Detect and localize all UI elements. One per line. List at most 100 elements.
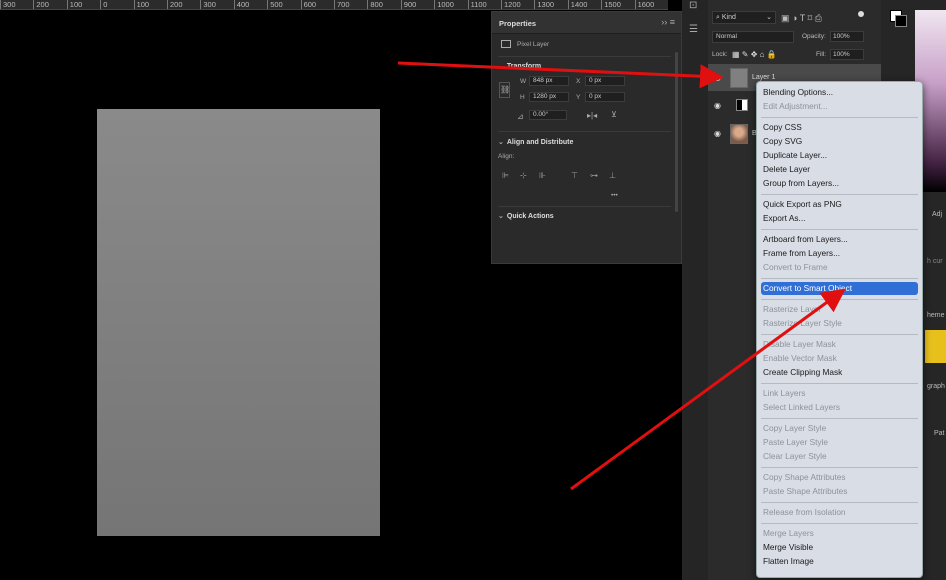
opacity-label: Opacity: [802, 33, 826, 40]
kind-filter-select[interactable]: ⌕ Kind ⌄ [712, 11, 776, 24]
lock-icons[interactable]: ▦ ✎ ✥ ⌂ 🔒 [732, 50, 777, 59]
ruler-tick-label: 100 [133, 0, 149, 9]
height-field[interactable]: 1280 px [529, 92, 569, 102]
quick-actions-title: Quick Actions [506, 213, 554, 220]
align-center-v-icon[interactable]: ⊶ [590, 172, 598, 180]
more-options-icon[interactable]: ••• [611, 192, 618, 199]
menu-item-export-as[interactable]: Export As... [761, 212, 918, 225]
eye-icon[interactable]: ◉ [714, 129, 721, 138]
menu-item-duplicate-layer[interactable]: Duplicate Layer... [761, 149, 918, 162]
menu-item-copy-layer-style: Copy Layer Style [763, 423, 827, 433]
align-right-icon[interactable]: ⊪ [539, 172, 547, 180]
blend-mode-value: Normal [716, 33, 737, 40]
menu-item-merge-layers: Merge Layers [763, 528, 814, 538]
menu-item-copy-shape-attributes: Copy Shape Attributes [763, 472, 846, 482]
adjustments-icon[interactable]: ☰ [689, 24, 698, 35]
menu-separator [761, 194, 918, 195]
filter-icons[interactable]: ▣ ◑ T ⌑ ⎙ [781, 13, 822, 24]
filter-toggle-icon[interactable] [858, 11, 864, 17]
quick-actions-header[interactable]: ⌄ Quick Actions [498, 212, 554, 220]
angle-field[interactable]: 0.00° [529, 110, 567, 120]
menu-item-edit-adjustment: Edit Adjustment... [763, 101, 828, 111]
align-title: Align and Distribute [506, 139, 574, 146]
ruler-tick-label: 1300 [534, 0, 554, 9]
panel-icon-strip: ⊡ ☰ [682, 0, 708, 580]
menu-item-disable-layer-mask: Disable Layer Mask [763, 339, 836, 349]
flip-vertical-icon[interactable]: ⊻ [611, 110, 617, 119]
background-color-swatch[interactable] [895, 15, 907, 27]
menu-separator [761, 418, 918, 419]
menu-separator [761, 278, 918, 279]
horizontal-ruler: 300 200 100 0 100 200 300 400 500 600 700 800 900 100… [0, 0, 668, 10]
angle-icon: ⊿ [517, 112, 524, 121]
scrollbar[interactable] [675, 52, 678, 212]
menu-separator [761, 229, 918, 230]
history-icon[interactable]: ⊡ [689, 0, 697, 11]
menu-item-convert-to-smart-object[interactable]: Convert to Smart Object [761, 282, 918, 295]
menu-item-artboard-from-layers[interactable]: Artboard from Layers... [761, 233, 918, 246]
pixel-layer-icon [501, 40, 511, 48]
search-icon: ⌕ [716, 14, 720, 21]
menu-item-create-clipping-mask[interactable]: Create Clipping Mask [761, 366, 918, 379]
eye-icon[interactable]: ◉ [714, 101, 721, 110]
ruler-tick-label: 0 [100, 0, 107, 9]
menu-item-release-from-isolation: Release from Isolation [763, 507, 846, 517]
layer-name: Layer 1 [752, 74, 776, 81]
divider [498, 131, 671, 132]
kind-label: Kind [721, 14, 736, 21]
ruler-tick-label: 1600 [634, 0, 654, 9]
ruler-tick-label: 1200 [501, 0, 521, 9]
x-field[interactable]: 0 px [585, 76, 625, 86]
menu-item-merge-visible[interactable]: Merge Visible [761, 541, 918, 554]
h-label: H [520, 94, 525, 101]
panel-text: h cur [927, 258, 943, 265]
menu-item-copy-css[interactable]: Copy CSS [761, 121, 918, 134]
align-section-header[interactable]: ⌄ Align and Distribute [498, 138, 573, 146]
menu-item-enable-vector-mask: Enable Vector Mask [763, 353, 837, 363]
menu-separator [761, 523, 918, 524]
chevron-down-icon: ⌄ [498, 213, 504, 220]
link-icon[interactable]: ⛓ [499, 82, 510, 98]
menu-item-paste-layer-style: Paste Layer Style [763, 437, 829, 447]
menu-item-quick-export-as-png[interactable]: Quick Export as PNG [761, 198, 918, 211]
color-swatch[interactable] [925, 330, 946, 363]
y-field[interactable]: 0 px [585, 92, 625, 102]
divider [498, 56, 671, 57]
menu-separator [761, 117, 918, 118]
menu-separator [761, 467, 918, 468]
menu-item-delete-layer[interactable]: Delete Layer [761, 163, 918, 176]
flip-horizontal-icon[interactable]: ▸|◂ [587, 111, 597, 120]
menu-separator [761, 299, 918, 300]
menu-item-frame-from-layers[interactable]: Frame from Layers... [761, 247, 918, 260]
document-canvas[interactable] [97, 109, 380, 536]
layer-thumbnail [730, 124, 748, 144]
transform-section-header[interactable]: ⌄ Transform [498, 62, 541, 70]
align-top-icon[interactable]: ⊤ [571, 172, 579, 180]
menu-item-blending-options[interactable]: Blending Options... [761, 86, 918, 99]
panel-text: graph [927, 383, 945, 390]
y-label: Y [576, 94, 581, 101]
ruler-tick-label: 1000 [434, 0, 454, 9]
menu-item-copy-svg[interactable]: Copy SVG [761, 135, 918, 148]
align-center-h-icon[interactable]: ⊹ [520, 172, 528, 180]
menu-item-group-from-layers[interactable]: Group from Layers... [761, 177, 918, 190]
panel-menu-icon[interactable]: ›› ≡ [661, 17, 675, 27]
chevron-down-icon: ⌄ [766, 14, 772, 21]
transform-title: Transform [506, 63, 542, 70]
ruler-tick-label: 1400 [567, 0, 587, 9]
eye-icon[interactable]: ◉ [714, 73, 721, 82]
blend-mode-select[interactable]: Normal [712, 31, 794, 43]
adjustments-tab[interactable]: Adj [932, 211, 942, 218]
align-left-icon[interactable]: ⊫ [502, 172, 510, 180]
opacity-field[interactable]: 100% [830, 31, 864, 42]
patterns-tab[interactable]: Pat [934, 430, 945, 437]
menu-item-flatten-image[interactable]: Flatten Image [761, 555, 918, 568]
ruler-tick-label: 700 [334, 0, 350, 9]
ruler-tick-label: 300 [0, 0, 16, 9]
menu-item-convert-to-frame: Convert to Frame [763, 262, 828, 272]
menu-item-clear-layer-style: Clear Layer Style [763, 451, 827, 461]
width-field[interactable]: 848 px [529, 76, 569, 86]
fill-field[interactable]: 100% [830, 49, 864, 60]
align-bottom-icon[interactable]: ⊥ [609, 172, 617, 180]
layer-context-menu: Blending Options... Edit Adjustment... Cop… [756, 81, 923, 578]
